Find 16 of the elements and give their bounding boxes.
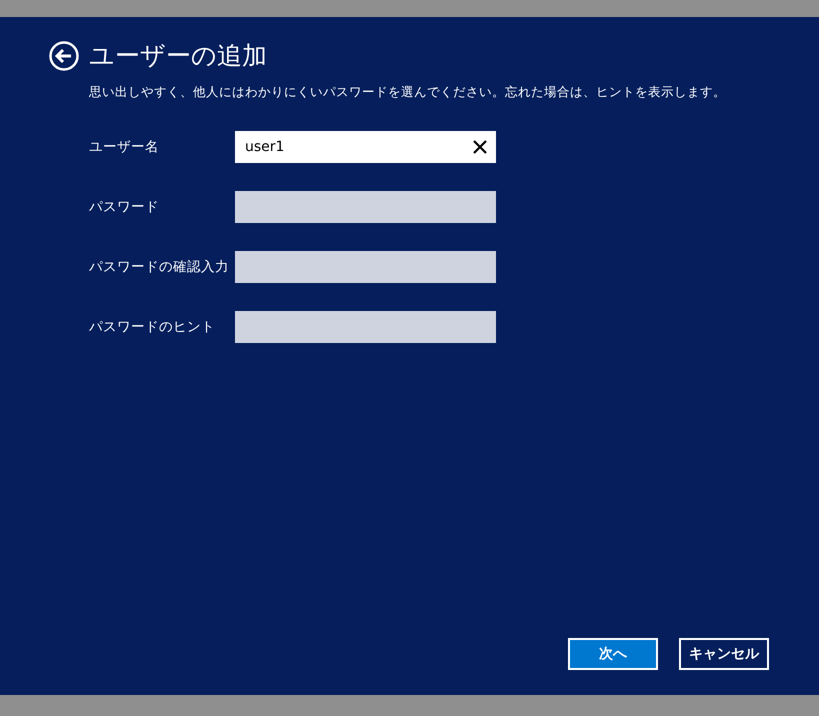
input-field[interactable] (235, 311, 496, 343)
close-icon (472, 139, 488, 155)
field-label: パスワードの確認入力 (89, 258, 230, 276)
field-value: user1 (245, 139, 286, 155)
field-label: ユーザー名 (89, 138, 160, 156)
field-label: パスワードのヒント (89, 318, 216, 336)
page-title: ユーザーの追加 (89, 41, 267, 71)
back-button[interactable] (49, 41, 79, 71)
cancel-button[interactable]: キャンセル (679, 638, 769, 670)
field-label: パスワード (89, 198, 160, 216)
next-button[interactable]: 次へ (568, 638, 658, 670)
input-field[interactable] (235, 191, 496, 223)
clear-button[interactable] (472, 139, 488, 155)
input-field[interactable] (235, 251, 496, 283)
description-text: 思い出しやすく、他人にはわかりにくいパスワードを選んでください。忘れた場合は、ヒントを表示します。 (89, 83, 727, 101)
input-field[interactable]: user1 (235, 131, 496, 163)
